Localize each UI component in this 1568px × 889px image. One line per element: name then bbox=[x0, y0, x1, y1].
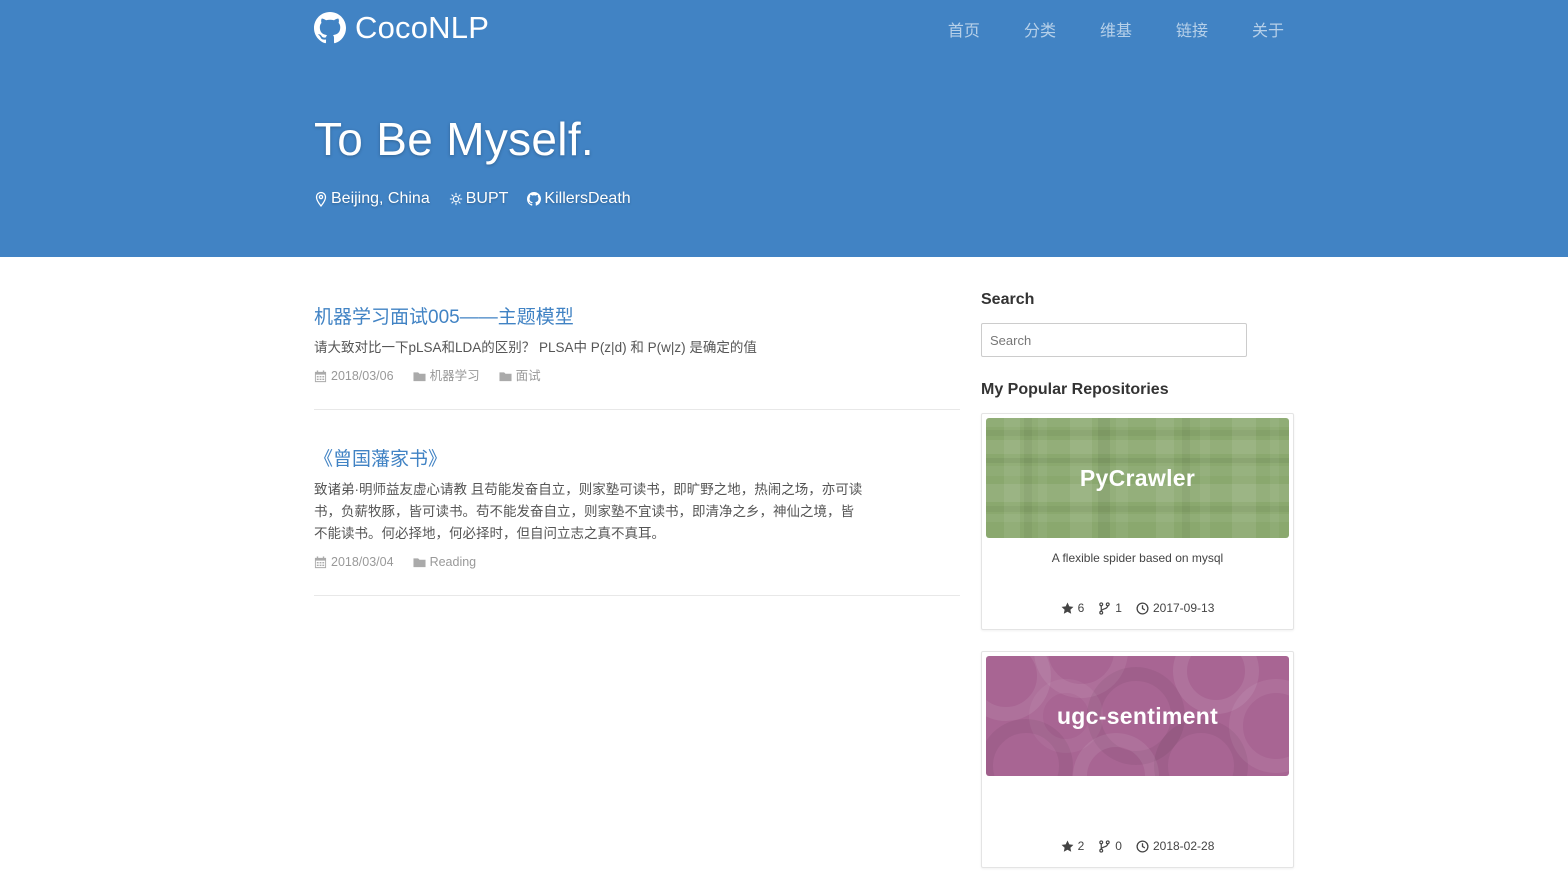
post-title-link[interactable]: 《曾国藩家书》 bbox=[314, 442, 960, 478]
github-username: KillersDeath bbox=[544, 190, 631, 207]
repo-card[interactable]: PyCrawler A flexible spider based on mys… bbox=[981, 413, 1294, 630]
calendar-icon bbox=[314, 369, 327, 382]
location-text: Beijing, China bbox=[331, 190, 430, 207]
nav-item-categories[interactable]: 分类 bbox=[1024, 20, 1056, 44]
repo-stats: 6 1 2017-09-13 bbox=[982, 601, 1293, 615]
category-link[interactable]: 面试 bbox=[516, 365, 541, 387]
fork-icon bbox=[1099, 839, 1111, 853]
star-count: 2 bbox=[1077, 839, 1085, 853]
post-item: 机器学习面试005——主题模型 请大致对比一下pLSA和LDA的区别？ PLSA… bbox=[314, 300, 960, 410]
brand-name: CocoNLP bbox=[355, 10, 490, 45]
main-nav: 首页 分类 维基 链接 关于 bbox=[904, 20, 1284, 44]
map-pin-icon bbox=[315, 191, 327, 207]
repo-updated: 2017-09-13 bbox=[1136, 601, 1214, 615]
repo-banner: PyCrawler bbox=[986, 418, 1289, 538]
location-meta: Beijing, China bbox=[314, 190, 430, 208]
sidebar: Search My Popular Repositories bbox=[981, 290, 1294, 889]
github-icon bbox=[527, 192, 542, 206]
hero-title: To Be Myself. bbox=[314, 113, 594, 165]
repo-forks: 0 bbox=[1098, 839, 1122, 853]
post-excerpt: 致诸弟·明师益友虚心请教 且苟能发奋自立，则家塾可读书，即旷野之地，热闹之场，亦… bbox=[314, 482, 863, 541]
nav-item-home[interactable]: 首页 bbox=[948, 20, 980, 44]
fork-count: 0 bbox=[1115, 839, 1122, 853]
github-profile-link[interactable]: KillersDeath bbox=[527, 190, 631, 208]
github-icon bbox=[314, 12, 346, 44]
repo-name: PyCrawler bbox=[1079, 464, 1196, 491]
repo-banner: ugc-sentiment bbox=[986, 656, 1289, 776]
clock-icon bbox=[1136, 839, 1149, 853]
school-meta: BUPT bbox=[449, 190, 509, 208]
fork-count: 1 bbox=[1115, 601, 1122, 615]
star-count: 6 bbox=[1077, 601, 1085, 615]
site-brand[interactable]: CocoNLP bbox=[314, 10, 489, 46]
site-header: CocoNLP 首页 分类 维基 链接 关于 To Be Myself. Bei… bbox=[0, 0, 1568, 257]
post-date: 2018/03/04 bbox=[314, 551, 394, 573]
profile-meta: Beijing, China BUPT KillersDeath bbox=[314, 190, 650, 208]
repo-name: ugc-sentiment bbox=[1056, 702, 1219, 729]
updated-date: 2017-09-13 bbox=[1152, 601, 1215, 615]
repo-card[interactable]: ugc-sentiment 2 0 2018-02-28 bbox=[981, 651, 1294, 868]
nav-item-wiki[interactable]: 维基 bbox=[1100, 20, 1132, 44]
folder-icon bbox=[499, 371, 512, 381]
post-category: 面试 bbox=[499, 365, 541, 387]
category-link[interactable]: 机器学习 bbox=[430, 365, 480, 387]
nav-item-links[interactable]: 链接 bbox=[1176, 20, 1208, 44]
post-meta: 2018/03/04 Reading bbox=[314, 551, 960, 573]
repo-stats: 2 0 2018-02-28 bbox=[982, 839, 1293, 853]
fork-icon bbox=[1099, 601, 1111, 615]
post-item: 《曾国藩家书》 致诸弟·明师益友虚心请教 且苟能发奋自立，则家塾可读书，即旷野之… bbox=[314, 442, 960, 596]
post-title-link[interactable]: 机器学习面试005——主题模型 bbox=[314, 300, 960, 336]
repo-description: A flexible spider based on mysql bbox=[1051, 551, 1224, 565]
repo-stars: 2 bbox=[1061, 839, 1085, 853]
post-date-text: 2018/03/04 bbox=[331, 555, 394, 569]
star-icon bbox=[1061, 840, 1074, 852]
repo-forks: 1 bbox=[1098, 601, 1122, 615]
school-text: BUPT bbox=[465, 190, 509, 207]
post-category: 机器学习 bbox=[413, 365, 480, 387]
post-meta: 2018/03/06 机器学习 面试 bbox=[314, 365, 960, 387]
folder-icon bbox=[413, 371, 426, 381]
post-excerpt: 请大致对比一下pLSA和LDA的区别？ PLSA中 P(z|d) 和 P(w|z… bbox=[314, 340, 757, 355]
calendar-icon bbox=[314, 555, 327, 568]
search-input[interactable] bbox=[981, 323, 1247, 357]
repo-updated: 2018-02-28 bbox=[1136, 839, 1214, 853]
post-date: 2018/03/06 bbox=[314, 365, 394, 387]
search-heading: Search bbox=[981, 291, 1035, 308]
post-category: Reading bbox=[413, 551, 477, 573]
category-link[interactable]: Reading bbox=[430, 551, 477, 573]
post-list: 机器学习面试005——主题模型 请大致对比一下pLSA和LDA的区别？ PLSA… bbox=[314, 300, 960, 628]
clock-icon bbox=[1136, 601, 1149, 615]
repo-stars: 6 bbox=[1061, 601, 1085, 615]
nav-item-about[interactable]: 关于 bbox=[1252, 20, 1284, 44]
post-date-text: 2018/03/06 bbox=[331, 369, 394, 383]
updated-date: 2018-02-28 bbox=[1152, 839, 1215, 853]
folder-icon bbox=[413, 557, 426, 567]
repo-description bbox=[986, 789, 1289, 805]
school-icon bbox=[449, 192, 462, 206]
star-icon bbox=[1061, 602, 1074, 614]
repos-heading: My Popular Repositories bbox=[981, 381, 1169, 398]
